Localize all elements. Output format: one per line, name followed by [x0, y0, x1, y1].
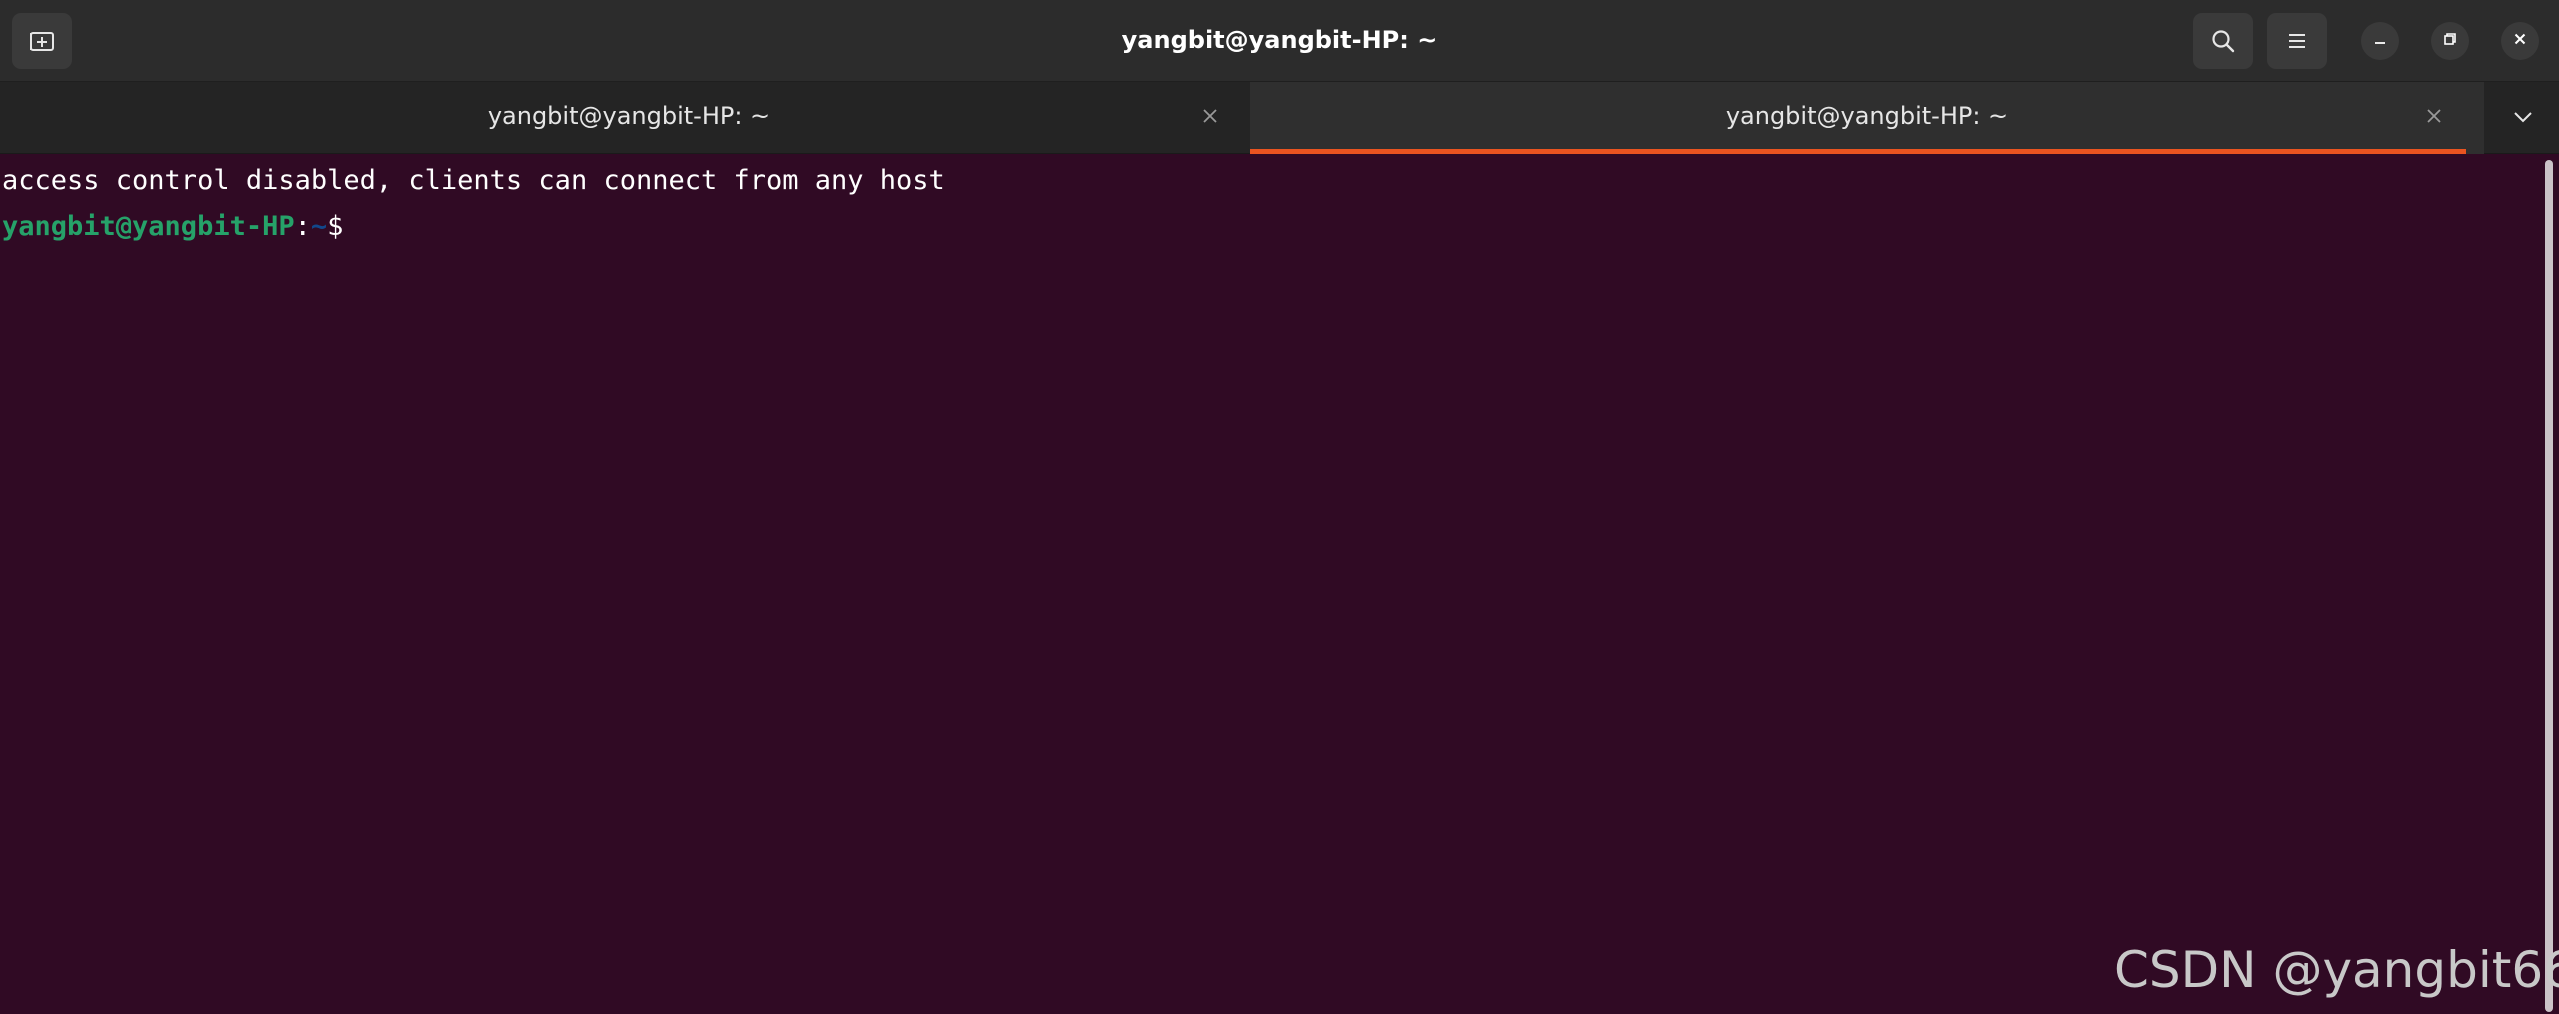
terminal-window: yangbit@yangbit-HP: ~ yangbit@yangbit-HP… [0, 0, 2559, 1014]
prompt-user-host: yangbit@yangbit-HP [2, 211, 295, 242]
tab-label: yangbit@yangbit-HP: ~ [1725, 102, 2009, 130]
tab-close-button[interactable] [1196, 104, 1224, 132]
terminal-output-line: access control disabled, clients can con… [2, 165, 945, 196]
tab-close-button[interactable] [2420, 104, 2448, 132]
restore-icon [2442, 31, 2458, 51]
restore-button[interactable] [2431, 22, 2469, 60]
close-window-button[interactable] [2501, 22, 2539, 60]
tabs-dropdown-button[interactable] [2505, 104, 2541, 132]
prompt-sign: $ [327, 211, 344, 242]
close-icon [2426, 108, 2442, 128]
terminal-scrollbar[interactable] [2545, 160, 2553, 1012]
close-icon [1202, 108, 1218, 128]
hamburger-menu-icon [2286, 31, 2308, 51]
tab-1[interactable]: yangbit@yangbit-HP: ~ [12, 82, 1246, 154]
watermark: CSDN @yangbit666 [2114, 941, 2559, 999]
window-title: yangbit@yangbit-HP: ~ [1121, 26, 1438, 54]
new-tab-icon [28, 28, 56, 54]
terminal-prompt-line: yangbit@yangbit-HP:~$ [2, 204, 343, 250]
tab-bar: yangbit@yangbit-HP: ~ yangbit@yangbit-HP… [0, 82, 2559, 154]
search-button[interactable] [2193, 13, 2253, 69]
terminal-area[interactable]: access control disabled, clients can con… [0, 154, 2559, 1014]
header-bar: yangbit@yangbit-HP: ~ [0, 0, 2559, 82]
minimize-button[interactable] [2361, 22, 2399, 60]
close-icon [2512, 31, 2528, 51]
prompt-colon: : [294, 211, 311, 242]
prompt-path: ~ [310, 211, 328, 242]
search-icon [2210, 28, 2236, 54]
menu-button[interactable] [2267, 13, 2327, 69]
tab-label: yangbit@yangbit-HP: ~ [487, 102, 771, 130]
chevron-down-icon [2512, 109, 2534, 128]
tab-2-active[interactable]: yangbit@yangbit-HP: ~ [1250, 82, 2484, 154]
minimize-icon [2372, 31, 2388, 51]
new-tab-button[interactable] [12, 13, 72, 69]
